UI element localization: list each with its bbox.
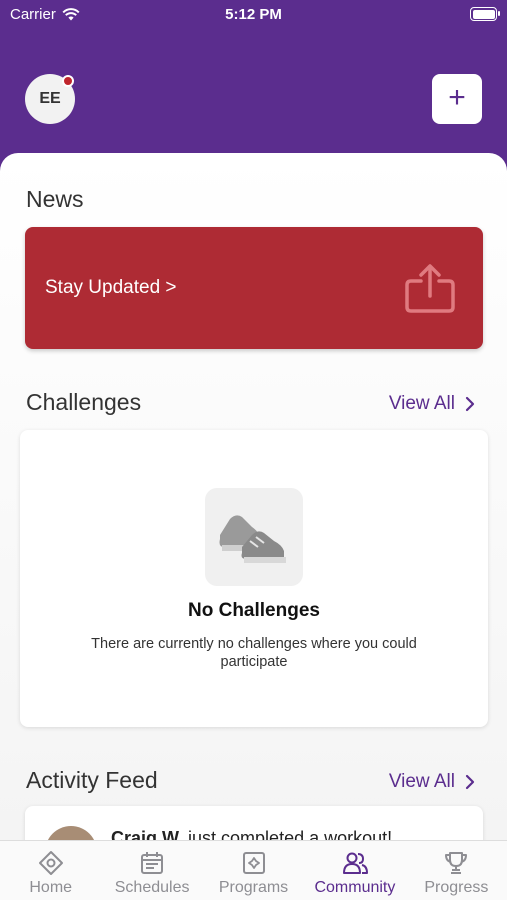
- news-card[interactable]: Stay Updated >: [25, 227, 483, 349]
- shoe-icon: [205, 488, 303, 586]
- tab-bar: Home Schedules Programs Community Progre…: [0, 840, 507, 900]
- battery-icon: [470, 7, 500, 21]
- tab-schedules-label: Schedules: [114, 879, 190, 896]
- tab-home[interactable]: Home: [0, 841, 101, 900]
- clock: 5:12 PM: [225, 6, 282, 23]
- avatar-initials: EE: [39, 90, 61, 107]
- activity-feed-item[interactable]: Craig W. just completed a workout!: [25, 806, 483, 843]
- tab-programs-label: Programs: [218, 879, 289, 896]
- trophy-icon: [445, 852, 468, 874]
- activity-feed-view-all[interactable]: View All: [389, 771, 475, 793]
- challenges-view-all[interactable]: View All: [389, 393, 475, 415]
- activity-feed-view-all-label: View All: [388, 771, 455, 792]
- empty-state-title: No Challenges: [188, 600, 320, 621]
- empty-state-description: There are currently no challenges where …: [91, 636, 417, 670]
- tab-schedules[interactable]: Schedules: [101, 841, 202, 900]
- main-content: News Stay Updated > Challenges View All: [0, 153, 507, 843]
- challenges-card: No Challenges There are currently no cha…: [20, 430, 488, 727]
- calendar-icon: [141, 852, 164, 874]
- profile-avatar[interactable]: EE: [25, 74, 75, 124]
- header: EE +: [0, 30, 507, 155]
- tab-home-label: Home: [29, 879, 73, 896]
- home-icon: [38, 851, 63, 875]
- tab-progress-label: Progress: [424, 879, 489, 896]
- challenges-view-all-label: View All: [388, 393, 455, 414]
- challenges-title: Challenges: [26, 389, 142, 415]
- tab-programs[interactable]: Programs: [203, 841, 304, 900]
- share-icon: [405, 264, 455, 313]
- programs-icon: [242, 852, 265, 874]
- tab-progress[interactable]: Progress: [406, 841, 507, 900]
- notification-dot: [62, 75, 74, 87]
- activity-feed-title: Activity Feed: [26, 767, 158, 793]
- chevron-right-icon: [465, 774, 475, 790]
- add-button[interactable]: +: [432, 74, 482, 124]
- news-title: News: [26, 186, 84, 212]
- chevron-right-icon: [465, 396, 475, 412]
- status-bar: Carrier 5:12 PM: [0, 0, 507, 30]
- news-card-label: Stay Updated >: [45, 277, 177, 298]
- tab-community[interactable]: Community: [304, 841, 405, 900]
- tab-community-label: Community: [314, 879, 396, 896]
- community-icon: [342, 852, 368, 874]
